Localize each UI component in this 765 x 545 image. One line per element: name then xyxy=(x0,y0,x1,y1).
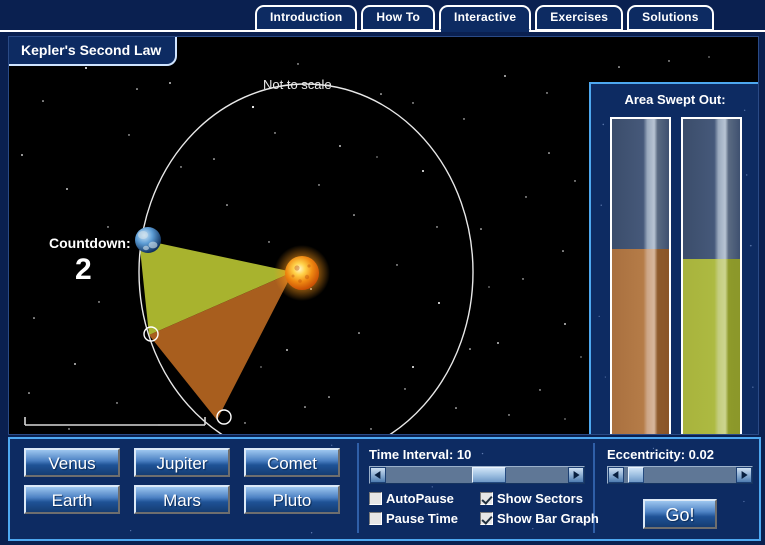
eccentricity-right-arrow-icon[interactable] xyxy=(736,467,752,483)
area-swept-panel: Area Swept Out: 8700 7569 xyxy=(589,82,758,434)
au-scale-bar xyxy=(24,417,206,426)
planet-button-mars[interactable]: Mars xyxy=(134,485,230,514)
checkbox-row-pause-time[interactable]: Pause Time xyxy=(369,511,458,526)
time-interval-slider-thumb[interactable] xyxy=(471,467,506,483)
checkbox-pause-time[interactable] xyxy=(369,512,382,525)
area-swept-title: Area Swept Out: xyxy=(624,92,726,107)
checkbox-label-pause-time: Pause Time xyxy=(386,511,459,526)
simulation-stage[interactable]: Kepler's Second Law Not to scale Countdo… xyxy=(8,36,759,435)
countdown-value: 2 xyxy=(75,253,92,286)
eccentricity-group: Eccentricity: 0.02 Go! xyxy=(607,447,757,529)
checkbox-row-show-sectors[interactable]: Show Sectors xyxy=(480,491,583,506)
time-interval-group: Time Interval: 10 xyxy=(369,447,587,484)
kepler-second-law-app: Introduction How To Interactive Exercise… xyxy=(0,0,765,545)
checkbox-label-show-bar-graph: Show Bar Graph xyxy=(497,511,599,526)
eccentricity-left-arrow-icon[interactable] xyxy=(608,467,624,483)
planet-button-pluto[interactable]: Pluto xyxy=(244,485,340,514)
checkbox-row-autopause[interactable]: AutoPause xyxy=(369,491,454,506)
eccentricity-slider-thumb[interactable] xyxy=(627,467,644,483)
checkbox-autopause[interactable] xyxy=(369,492,382,505)
control-panel: Venus Jupiter Comet Earth Mars Pluto Tim… xyxy=(8,437,761,541)
bar-brown xyxy=(610,117,671,434)
time-interval-right-arrow-icon[interactable] xyxy=(568,467,584,483)
tab-underline xyxy=(0,30,765,32)
checkbox-label-show-sectors: Show Sectors xyxy=(497,491,583,506)
checkbox-label-autopause: AutoPause xyxy=(386,491,454,506)
swept-sectors xyxy=(139,239,293,420)
tab-underline-gap xyxy=(441,30,530,32)
simulation-title: Kepler's Second Law xyxy=(9,37,178,66)
eccentricity-label: Eccentricity: 0.02 xyxy=(607,447,714,462)
control-divider-1 xyxy=(357,443,359,533)
tab-interactive[interactable]: Interactive xyxy=(439,5,532,31)
not-to-scale-label: Not to scale xyxy=(263,77,332,92)
planet-button-jupiter[interactable]: Jupiter xyxy=(134,448,230,477)
tab-bar: Introduction How To Interactive Exercise… xyxy=(0,0,765,32)
checkbox-show-sectors[interactable] xyxy=(480,492,493,505)
checkbox-show-bar-graph[interactable] xyxy=(480,512,493,525)
bar-fill-olive xyxy=(683,258,740,434)
tab-solutions[interactable]: Solutions xyxy=(627,5,714,31)
bar-olive xyxy=(681,117,742,434)
planet-button-earth[interactable]: Earth xyxy=(24,485,120,514)
tab-exercises[interactable]: Exercises xyxy=(535,5,624,31)
time-interval-label: Time Interval: 10 xyxy=(369,447,472,462)
tab-how-to[interactable]: How To xyxy=(361,5,436,31)
planet-button-comet[interactable]: Comet xyxy=(244,448,340,477)
tab-list: Introduction How To Interactive Exercise… xyxy=(255,5,714,31)
time-interval-slider[interactable] xyxy=(369,466,585,484)
time-interval-left-arrow-icon[interactable] xyxy=(370,467,386,483)
planet-button-venus[interactable]: Venus xyxy=(24,448,120,477)
bar-fill-brown xyxy=(612,249,669,434)
countdown-label: Countdown: xyxy=(49,235,131,251)
eccentricity-slider[interactable] xyxy=(607,466,753,484)
tab-introduction[interactable]: Introduction xyxy=(255,5,358,31)
checkbox-row-show-bar-graph[interactable]: Show Bar Graph xyxy=(480,511,599,526)
sun-icon xyxy=(285,256,319,290)
go-button[interactable]: Go! xyxy=(643,499,717,529)
orbit-marker-2 xyxy=(216,409,232,425)
